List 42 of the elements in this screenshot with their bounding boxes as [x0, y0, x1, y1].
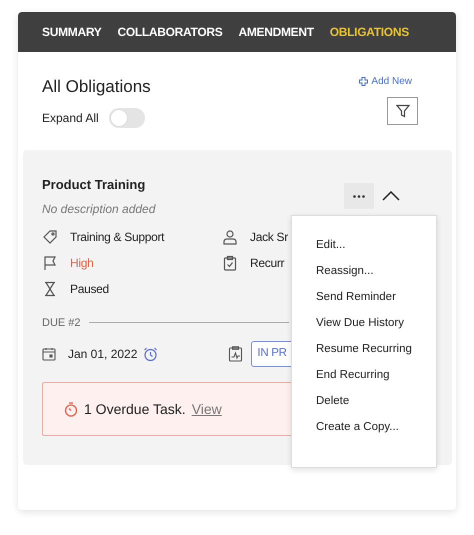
clipboard-check-icon [222, 254, 238, 270]
menu-item[interactable]: Delete [316, 392, 436, 411]
detail-text: High [70, 254, 94, 272]
obligation-title: Product Training [42, 176, 146, 194]
more-icon [353, 194, 365, 198]
due-date: Jan 01, 2022 [68, 346, 138, 363]
tab[interactable]: AMENDMENT [238, 23, 314, 41]
filter-button[interactable] [387, 97, 418, 125]
menu-item[interactable]: Reassign... [316, 262, 436, 281]
tag-icon [42, 228, 58, 244]
detail-text: Paused [70, 280, 109, 298]
filter-icon [396, 104, 410, 118]
menu-item[interactable]: View Due History [316, 314, 436, 333]
collapse-button[interactable] [382, 190, 400, 202]
detail-text: Jack Sr [250, 228, 288, 246]
detail-text: Recurr [250, 254, 284, 272]
more-button[interactable] [344, 183, 374, 209]
tab[interactable]: SUMMARY [42, 23, 102, 41]
alarm-clock-icon [143, 346, 158, 362]
hourglass-icon [42, 280, 58, 296]
expand-all-label: Expand All [42, 110, 99, 126]
menu-item[interactable]: Create a Copy... [316, 418, 436, 437]
overdue-text: 1 Overdue Task. [84, 400, 186, 418]
person-icon [222, 228, 238, 244]
stopwatch-icon [64, 402, 78, 416]
add-new-link[interactable]: Add New [359, 74, 412, 89]
expand-all-toggle[interactable] [108, 108, 145, 128]
flag-icon [42, 254, 58, 270]
page-title: All Obligations [42, 76, 151, 98]
menu-item[interactable]: Send Reminder [316, 288, 436, 307]
view-link[interactable]: View [192, 398, 222, 420]
tab[interactable]: OBLIGATIONS [330, 23, 409, 41]
plus-icon [359, 77, 368, 86]
due-label: DUE #2 [42, 316, 81, 330]
menu-item[interactable]: Edit... [316, 236, 436, 255]
calendar-icon [42, 347, 56, 361]
tab[interactable]: COLLABORATORS [117, 23, 222, 41]
clipboard-chart-icon [228, 346, 244, 362]
menu-item[interactable]: End Recurring [316, 366, 436, 385]
description: No description added [42, 200, 157, 218]
detail-text: Training & Support [70, 228, 164, 246]
chevron-up-icon [382, 191, 400, 201]
